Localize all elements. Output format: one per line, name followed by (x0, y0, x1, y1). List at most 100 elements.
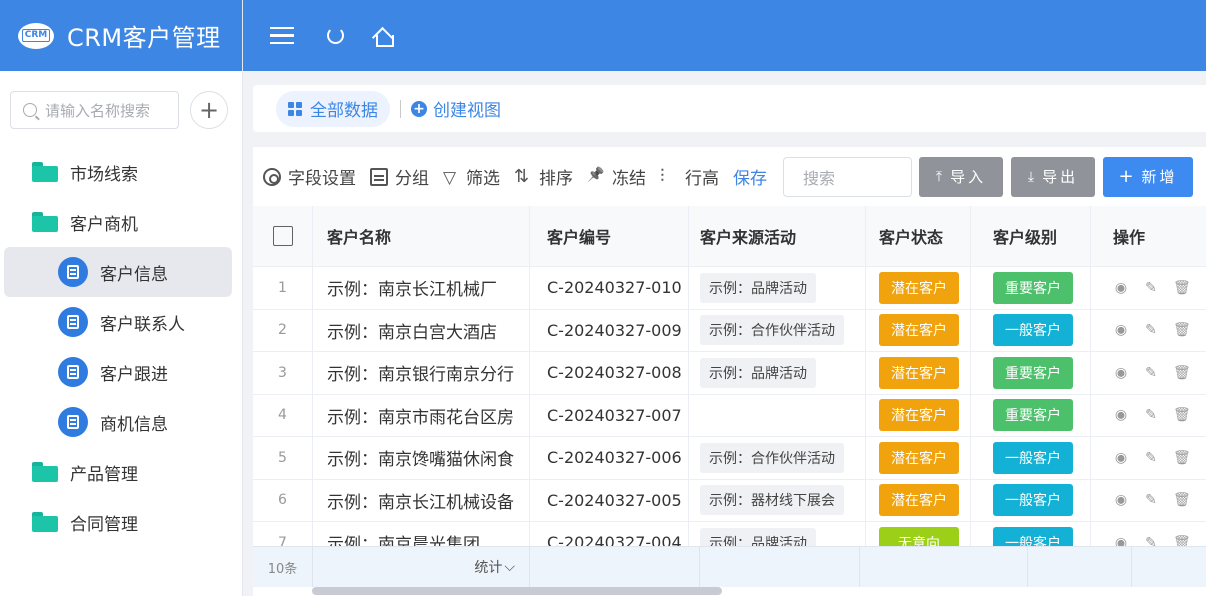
view-icon[interactable]: ◉ (1113, 492, 1129, 508)
sidebar-item-customer-contacts[interactable]: 客户联系人 (4, 297, 232, 347)
sort-icon (514, 166, 532, 187)
column-header[interactable]: 客户来源活动 (689, 206, 866, 266)
stats-label: 统计 (474, 560, 503, 576)
table-row[interactable]: 1 示例：南京长江机械厂 C-20240327-010 示例：品牌活动 潜在客户… (253, 267, 1206, 310)
status-cell[interactable]: 潜在客户 (866, 479, 971, 521)
sidebar-item-label: 产品管理 (70, 464, 138, 485)
customer-code-cell[interactable]: C-20240327-006 (530, 437, 689, 479)
delete-icon[interactable]: 🗑 (1173, 365, 1191, 381)
source-cell[interactable]: 示例：合作伙伴活动 (689, 437, 866, 479)
status-cell[interactable]: 潜在客户 (866, 437, 971, 479)
customer-name-cell[interactable]: 示例：南京市雨花台区房 (313, 394, 530, 436)
table-row[interactable]: 5 示例：南京馋嘴猫休闲食 C-20240327-006 示例：合作伙伴活动 潜… (253, 437, 1206, 480)
delete-icon[interactable]: 🗑 (1173, 407, 1191, 423)
home-icon[interactable] (373, 26, 394, 47)
stats-dropdown[interactable]: 统计 ⌵ (313, 547, 530, 587)
view-icon[interactable]: ◉ (1113, 322, 1129, 338)
horizontal-scrollbar[interactable] (312, 587, 722, 595)
edit-icon[interactable]: ✎ (1143, 492, 1159, 508)
sidebar-item-market-leads[interactable]: 市场线索 (0, 147, 242, 197)
customer-name-cell[interactable]: 示例：南京长江机械设备 (313, 479, 530, 521)
sidebar-item-opportunity-info[interactable]: 商机信息 (4, 397, 232, 447)
sidebar-item-products[interactable]: 产品管理 (0, 447, 242, 497)
source-chip: 示例：合作伙伴活动 (700, 442, 844, 473)
view-icon[interactable]: ◉ (1113, 407, 1129, 423)
table-row[interactable]: 6 示例：南京长江机械设备 C-20240327-005 示例：器材线下展会 潜… (253, 479, 1206, 522)
source-chip: 示例：器材线下展会 (700, 485, 844, 516)
edit-icon[interactable]: ✎ (1143, 450, 1159, 466)
edit-icon[interactable]: ✎ (1143, 407, 1159, 423)
hamburger-menu-icon[interactable] (270, 26, 294, 45)
view-all-data-tab[interactable]: 全部数据 (276, 90, 390, 127)
freeze-button[interactable]: 冻结 (587, 164, 646, 189)
sort-button[interactable]: 排序 (514, 164, 573, 190)
delete-icon[interactable]: 🗑 (1173, 322, 1191, 338)
source-cell[interactable] (689, 394, 866, 436)
source-cell[interactable]: 示例：合作伙伴活动 (689, 309, 866, 351)
sidebar-item-opportunities[interactable]: 客户商机 (0, 197, 242, 247)
source-cell[interactable]: 示例：器材线下展会 (689, 479, 866, 521)
level-cell[interactable]: 重要客户 (971, 352, 1091, 394)
row-index: 1 (253, 267, 313, 309)
customer-name-cell[interactable]: 示例：南京白宫大酒店 (313, 309, 530, 351)
view-icon[interactable]: ◉ (1113, 365, 1129, 381)
customer-name-cell[interactable]: 示例：南京馋嘴猫休闲食 (313, 437, 530, 479)
filter-label: 筛选 (466, 169, 500, 189)
customer-code-cell[interactable]: C-20240327-009 (530, 309, 689, 351)
source-cell[interactable]: 示例：品牌活动 (689, 267, 866, 309)
sidebar-item-customer-info[interactable]: 客户信息 (4, 247, 232, 297)
crm-logo-icon: CRM (18, 22, 54, 49)
export-button[interactable]: ⤓ 导出 (1011, 156, 1095, 197)
delete-icon[interactable]: 🗑 (1173, 280, 1191, 296)
status-cell[interactable]: 潜在客户 (866, 352, 971, 394)
edit-icon[interactable]: ✎ (1143, 365, 1159, 381)
delete-icon[interactable]: 🗑 (1173, 450, 1191, 466)
table-search-input[interactable]: 搜索 (783, 156, 912, 197)
status-cell[interactable]: 潜在客户 (866, 394, 971, 436)
sidebar-item-contracts[interactable]: 合同管理 (0, 497, 242, 547)
refresh-icon[interactable] (327, 27, 344, 44)
group-button[interactable]: 分组 (370, 164, 429, 189)
source-chip: 示例：品牌活动 (700, 357, 816, 388)
view-icon[interactable]: ◉ (1113, 280, 1129, 296)
import-button[interactable]: ⤒ 导入 (919, 156, 1003, 197)
add-button[interactable]: + 新增 (1103, 156, 1193, 197)
customer-name-cell[interactable]: 示例：南京银行南京分行 (313, 352, 530, 394)
customer-code-cell[interactable]: C-20240327-010 (530, 267, 689, 309)
view-icon[interactable]: ◉ (1113, 450, 1129, 466)
delete-icon[interactable]: 🗑 (1173, 492, 1191, 508)
sidebar-add-button[interactable]: + (190, 91, 228, 129)
document-icon (58, 257, 88, 287)
edit-icon[interactable]: ✎ (1143, 322, 1159, 338)
column-header[interactable]: 客户编号 (530, 206, 689, 266)
table-row[interactable]: 2 示例：南京白宫大酒店 C-20240327-009 示例：合作伙伴活动 潜在… (253, 309, 1206, 352)
table-row[interactable]: 3 示例：南京银行南京分行 C-20240327-008 示例：品牌活动 潜在客… (253, 352, 1206, 395)
status-cell[interactable]: 潜在客户 (866, 309, 971, 351)
field-settings-button[interactable]: 字段设置 (263, 164, 356, 189)
table-row[interactable]: 4 示例：南京市雨花台区房 C-20240327-007 潜在客户 重要客户 ◉… (253, 394, 1206, 437)
source-chip: 示例：合作伙伴活动 (700, 315, 844, 346)
customer-code-cell[interactable]: C-20240327-007 (530, 394, 689, 436)
column-header[interactable]: 客户名称 (313, 206, 530, 266)
create-view-button[interactable]: + 创建视图 (411, 96, 501, 121)
source-cell[interactable]: 示例：品牌活动 (689, 352, 866, 394)
level-cell[interactable]: 重要客户 (971, 267, 1091, 309)
select-all-checkbox[interactable] (272, 226, 293, 246)
filter-button[interactable]: 筛选 (443, 164, 500, 190)
level-cell[interactable]: 一般客户 (971, 479, 1091, 521)
table-search-placeholder: 搜索 (803, 168, 836, 188)
column-header[interactable]: 客户状态 (866, 206, 971, 266)
level-cell[interactable]: 一般客户 (971, 437, 1091, 479)
column-header[interactable]: 客户级别 (971, 206, 1091, 266)
save-link[interactable]: 保存 (733, 164, 767, 189)
row-height-button[interactable]: 行高 (660, 164, 719, 190)
level-cell[interactable]: 一般客户 (971, 309, 1091, 351)
status-cell[interactable]: 潜在客户 (866, 267, 971, 309)
edit-icon[interactable]: ✎ (1143, 280, 1159, 296)
sidebar-item-customer-followup[interactable]: 客户跟进 (4, 347, 232, 397)
customer-name-cell[interactable]: 示例：南京长江机械厂 (313, 267, 530, 309)
customer-code-cell[interactable]: C-20240327-005 (530, 479, 689, 521)
sidebar-search-input[interactable]: 请输入名称搜索 (10, 91, 179, 129)
level-cell[interactable]: 重要客户 (971, 394, 1091, 436)
customer-code-cell[interactable]: C-20240327-008 (530, 352, 689, 394)
